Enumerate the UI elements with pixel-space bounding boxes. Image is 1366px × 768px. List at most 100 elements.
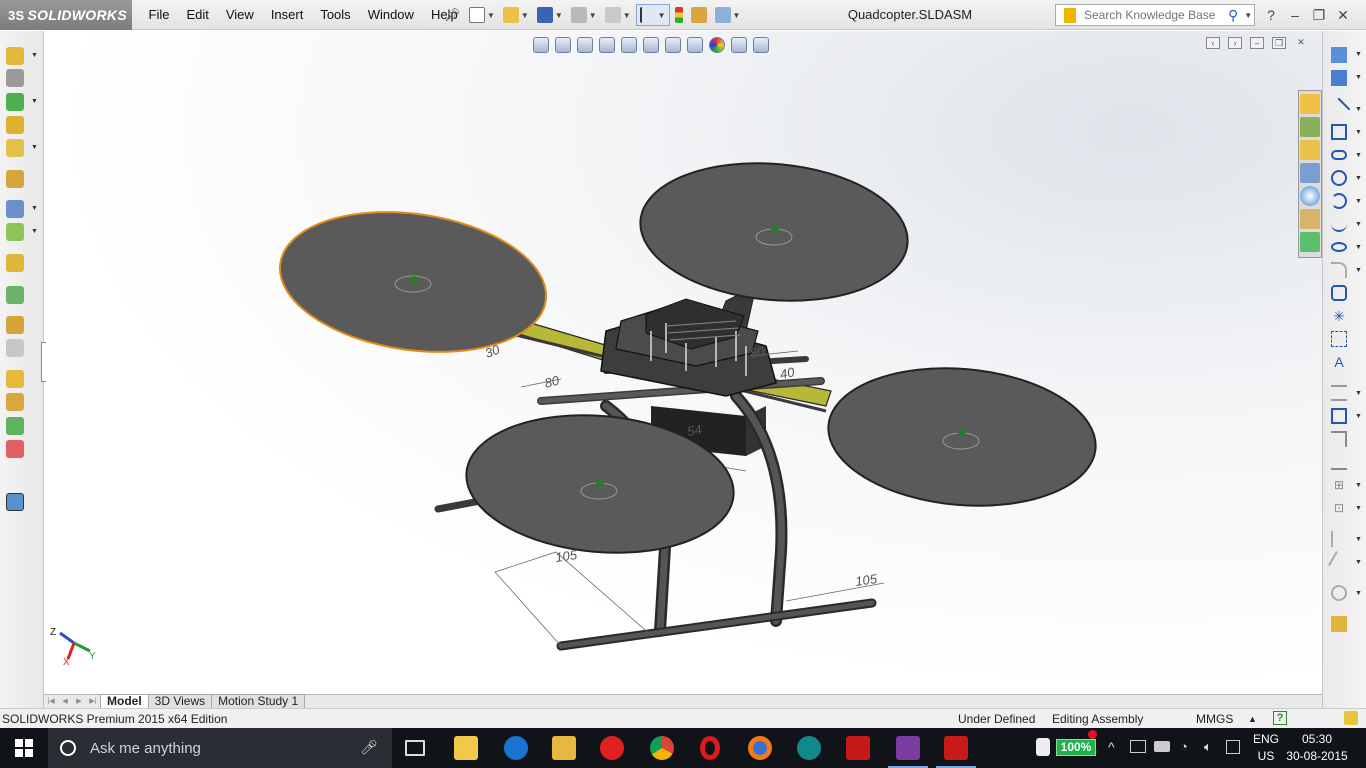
tab-last-icon[interactable]: ▶| [86,696,100,708]
defender-shield-icon[interactable] [1036,738,1050,756]
tab-3d-views[interactable]: 3D Views [147,694,213,708]
save-button[interactable]: ▼ [534,4,566,26]
show-hidden-icons-icon[interactable]: ^ [1108,739,1115,755]
smart-fasteners-icon[interactable] [6,116,24,134]
mate-icon[interactable] [6,69,24,87]
menu-file[interactable]: File [140,0,178,30]
file-explorer-icon[interactable] [1300,140,1320,160]
cortana-search-box[interactable]: Ask me anything 🎤︎ [48,728,392,768]
view-palette-icon[interactable] [1300,163,1320,183]
line-icon[interactable] [1327,97,1351,121]
forum-icon[interactable] [1300,232,1320,252]
edge-icon[interactable] [504,736,528,760]
insert-components-icon[interactable] [6,47,24,65]
file-explorer-taskbar-icon[interactable] [454,736,478,760]
sketch-icon[interactable] [1331,47,1347,63]
onenote-icon[interactable] [888,736,928,768]
dimension-label[interactable]: 105 [854,571,878,589]
display-relations-icon[interactable] [1331,585,1347,601]
linear-sketch-pattern-icon[interactable]: ⊡ [1331,500,1347,516]
tab-next-icon[interactable]: ▶ [72,696,86,708]
acrobat-icon[interactable] [846,736,870,760]
rebuild-button[interactable] [672,4,686,26]
search-dropdown-icon[interactable]: ▼ [1244,11,1252,20]
linear-pattern-icon[interactable] [6,93,24,111]
show-hidden-components-icon[interactable] [6,170,24,188]
firefox-icon[interactable] [748,736,772,760]
status-help-icon[interactable]: ? [1273,711,1287,725]
microphone-icon[interactable]: 🎤︎ [360,739,378,756]
point-icon[interactable]: ✳ [1331,308,1347,324]
fillet-icon[interactable] [1331,262,1347,278]
update-speedpak-icon[interactable] [6,393,24,411]
centerline-icon[interactable] [1331,331,1347,347]
move-entities-icon[interactable] [1331,531,1347,547]
arc-icon[interactable] [1331,193,1347,209]
open-button[interactable]: ▼ [500,4,532,26]
explode-line-sketch-icon[interactable] [6,339,24,357]
menu-window[interactable]: Window [359,0,422,30]
polygon-icon[interactable] [1331,285,1347,301]
chrome-icon[interactable] [650,736,674,760]
sensor-icon[interactable] [6,493,24,511]
menu-insert[interactable]: Insert [262,0,312,30]
mirror-entities-icon[interactable]: ⊞ [1331,477,1347,493]
circle-icon[interactable] [1331,170,1347,186]
reference-geometry-icon[interactable] [6,223,24,241]
minimize-button[interactable]: – [1286,7,1304,23]
rectangle-icon[interactable] [1331,124,1347,140]
select-button[interactable]: ▼ [635,4,670,26]
folder-icon[interactable] [552,736,576,760]
bill-of-materials-icon[interactable] [6,286,24,304]
power-app-icon[interactable] [600,736,624,760]
trim-entities-icon[interactable] [1328,551,1350,573]
surface-offset-icon[interactable] [1331,454,1347,470]
new-document-button[interactable]: ▼ [466,4,498,26]
assembly-features-icon[interactable] [6,200,24,218]
display-icon[interactable] [1130,740,1146,753]
close-button[interactable]: ✕ [1334,7,1352,24]
undo-button[interactable]: ▼ [602,4,634,26]
tab-first-icon[interactable]: |◀ [44,696,58,708]
help-icon[interactable]: ? [1262,7,1280,23]
keyboard-icon[interactable] [1226,740,1240,754]
dimension-label[interactable]: 80 [543,372,562,390]
large-assembly-mode-icon[interactable] [6,440,24,458]
units-selector[interactable]: MMGS [1196,712,1233,726]
tab-prev-icon[interactable]: ◀ [58,696,72,708]
task-view-icon[interactable] [405,740,425,756]
print-button[interactable]: ▼ [568,4,600,26]
options-button[interactable]: ▼ [712,4,744,26]
spline-icon[interactable] [1331,216,1347,232]
rapid-sketch-icon[interactable] [1331,616,1347,632]
file-properties-button[interactable] [688,4,710,26]
instant3d-icon[interactable] [6,370,24,388]
appearances-scenes-icon[interactable] [1300,186,1320,206]
slot-icon[interactable] [1331,150,1347,160]
menu-view[interactable]: View [217,0,262,30]
start-button[interactable] [0,728,48,768]
solidworks-logo[interactable]: 3S SOLIDWORKS [0,0,132,30]
solidworks-resources-icon[interactable] [1300,94,1320,114]
power-plug-icon[interactable] [1154,741,1170,752]
opera-icon[interactable] [700,736,720,760]
dimension-label[interactable]: 105 [554,547,578,565]
graphics-area[interactable]: ‹ › – ❐ ✕ 30 80 80 54 105 105 40 Z X Y [46,31,1322,694]
exploded-view-icon[interactable] [6,316,24,334]
convert-entities-icon[interactable] [1331,408,1347,424]
ellipse-icon[interactable] [1331,242,1347,252]
battery-indicator[interactable]: 100% [1056,739,1096,756]
menu-edit[interactable]: Edit [178,0,217,30]
units-caret-icon[interactable]: ▲ [1248,714,1257,724]
quadcopter-model[interactable]: 30 80 80 54 105 105 40 Z X Y [46,31,1322,694]
custom-properties-icon[interactable] [1300,209,1320,229]
menu-tools[interactable]: Tools [312,0,359,30]
text-icon[interactable]: A [1331,354,1347,370]
tag-icon[interactable] [1344,711,1358,725]
arduino-icon[interactable] [797,736,821,760]
design-library-icon[interactable] [1300,117,1320,137]
search-knowledge-base[interactable]: ⚲ ▼ [1055,4,1255,26]
search-icon[interactable]: ⚲ [1228,7,1238,24]
tab-model[interactable]: Model [100,694,149,708]
volume-icon[interactable]: 🔈︎ [1204,739,1212,755]
